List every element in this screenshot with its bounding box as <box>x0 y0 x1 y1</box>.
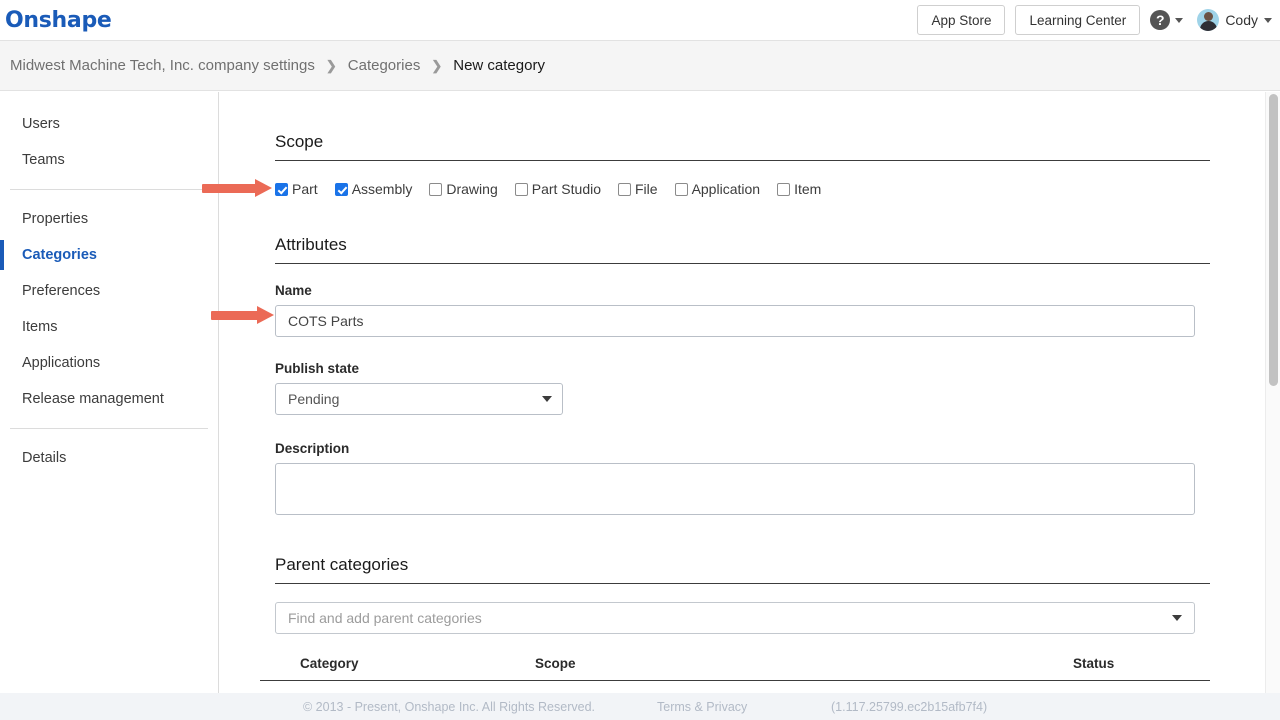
sidebar-item-label: Properties <box>22 211 88 227</box>
scope-checkbox-application[interactable]: Application <box>675 181 761 197</box>
sidebar-divider <box>10 189 208 190</box>
scope-checkbox-label: Part Studio <box>532 181 601 197</box>
sidebar-item-label: Preferences <box>22 283 100 299</box>
category-form: Scope Part Assembly Drawing Part Studio … <box>220 132 1268 681</box>
checkbox-icon[interactable] <box>515 183 528 196</box>
onshape-logo[interactable]: Onshape <box>5 8 112 33</box>
chevron-down-icon[interactable] <box>1172 615 1182 621</box>
help-icon[interactable]: ? <box>1150 10 1170 30</box>
checkbox-icon[interactable] <box>777 183 790 196</box>
top-header-bar: Onshape App Store Learning Center ? Cody <box>0 0 1280 41</box>
parent-categories-section-header: Parent categories <box>275 555 1210 584</box>
publish-state-label: Publish state <box>275 361 1268 376</box>
column-header-category[interactable]: Category <box>260 650 535 681</box>
sidebar-divider <box>10 428 208 429</box>
user-menu[interactable]: Cody <box>1197 9 1272 31</box>
chevron-down-icon[interactable] <box>1175 18 1183 23</box>
attributes-section-header: Attributes <box>275 235 1210 264</box>
breadcrumb-item-company-settings[interactable]: Midwest Machine Tech, Inc. company setti… <box>10 57 315 74</box>
name-input[interactable] <box>275 305 1195 337</box>
avatar[interactable] <box>1197 9 1219 31</box>
chevron-down-icon[interactable] <box>1264 18 1272 23</box>
attributes-section-title: Attributes <box>275 235 1210 263</box>
parent-categories-section-title: Parent categories <box>275 555 1210 583</box>
sidebar-item-label: Details <box>22 450 66 466</box>
scope-checkbox-label: File <box>635 181 658 197</box>
page-footer: © 2013 - Present, Onshape Inc. All Right… <box>0 693 1280 720</box>
chevron-down-icon[interactable] <box>542 396 552 402</box>
scope-checkbox-row: Part Assembly Drawing Part Studio File A… <box>275 181 1268 197</box>
description-textarea[interactable] <box>275 463 1195 515</box>
scope-checkbox-part-studio[interactable]: Part Studio <box>515 181 601 197</box>
scope-checkbox-file[interactable]: File <box>618 181 658 197</box>
checkbox-icon[interactable] <box>675 183 688 196</box>
sidebar-item-categories[interactable]: Categories <box>0 237 218 273</box>
main-content: Scope Part Assembly Drawing Part Studio … <box>220 92 1268 693</box>
sidebar-item-label: Users <box>22 116 60 132</box>
sidebar-item-label: Items <box>22 319 57 335</box>
sidebar-item-label: Applications <box>22 355 100 371</box>
name-field-label: Name <box>275 283 1268 298</box>
scope-checkbox-assembly[interactable]: Assembly <box>335 181 413 197</box>
scope-section-title: Scope <box>275 132 1210 160</box>
sidebar-item-preferences[interactable]: Preferences <box>0 273 218 309</box>
breadcrumb: Midwest Machine Tech, Inc. company setti… <box>0 41 1280 91</box>
parent-categories-search-placeholder: Find and add parent categories <box>288 610 482 626</box>
chevron-right-icon: ❯ <box>326 58 337 74</box>
sidebar-item-label: Categories <box>22 247 97 263</box>
parent-categories-search[interactable]: Find and add parent categories <box>275 602 1195 634</box>
checkbox-checked-icon[interactable] <box>275 183 288 196</box>
sidebar-item-label: Teams <box>22 152 65 168</box>
scope-checkbox-drawing[interactable]: Drawing <box>429 181 497 197</box>
help-menu[interactable]: ? <box>1150 10 1183 30</box>
column-header-scope[interactable]: Scope <box>535 650 1073 681</box>
scope-checkbox-label: Drawing <box>446 181 497 197</box>
description-field-label: Description <box>275 441 1268 456</box>
publish-state-value: Pending <box>288 391 339 407</box>
footer-version: (1.117.25799.ec2b15afb7f4) <box>831 700 987 714</box>
learning-center-button[interactable]: Learning Center <box>1015 5 1140 35</box>
sidebar-item-teams[interactable]: Teams <box>0 142 218 178</box>
scope-checkbox-label: Item <box>794 181 821 197</box>
chevron-right-icon: ❯ <box>431 58 442 74</box>
scope-checkbox-part[interactable]: Part <box>275 181 318 197</box>
sidebar-item-properties[interactable]: Properties <box>0 201 218 237</box>
parent-categories-table: Category Scope Status <box>260 650 1210 681</box>
sidebar-item-applications[interactable]: Applications <box>0 345 218 381</box>
sidebar-item-label: Release management <box>22 391 164 407</box>
sidebar-item-details[interactable]: Details <box>0 440 218 476</box>
publish-state-select[interactable]: Pending <box>275 383 563 415</box>
sidebar-item-users[interactable]: Users <box>0 106 218 142</box>
table-header-row: Category Scope Status <box>260 650 1210 681</box>
checkbox-icon[interactable] <box>618 183 631 196</box>
footer-terms-privacy-link[interactable]: Terms & Privacy <box>657 700 747 714</box>
vertical-scrollbar-track[interactable] <box>1265 92 1280 693</box>
checkbox-icon[interactable] <box>429 183 442 196</box>
breadcrumb-item-new-category: New category <box>453 57 545 74</box>
user-name-label: Cody <box>1225 12 1258 28</box>
header-actions: App Store Learning Center ? Cody <box>917 5 1272 35</box>
column-header-status[interactable]: Status <box>1073 650 1210 681</box>
scope-checkbox-label: Assembly <box>352 181 413 197</box>
vertical-scrollbar-thumb[interactable] <box>1269 94 1278 386</box>
checkbox-checked-icon[interactable] <box>335 183 348 196</box>
sidebar-item-items[interactable]: Items <box>0 309 218 345</box>
settings-sidebar: Users Teams Properties Categories Prefer… <box>0 92 219 693</box>
app-store-button[interactable]: App Store <box>917 5 1005 35</box>
scope-checkbox-item[interactable]: Item <box>777 181 821 197</box>
breadcrumb-item-categories[interactable]: Categories <box>348 57 421 74</box>
scope-checkbox-label: Application <box>692 181 761 197</box>
scope-section-header: Scope <box>275 132 1210 161</box>
scope-checkbox-label: Part <box>292 181 318 197</box>
footer-copyright: © 2013 - Present, Onshape Inc. All Right… <box>303 700 595 714</box>
sidebar-item-release-management[interactable]: Release management <box>0 381 218 417</box>
